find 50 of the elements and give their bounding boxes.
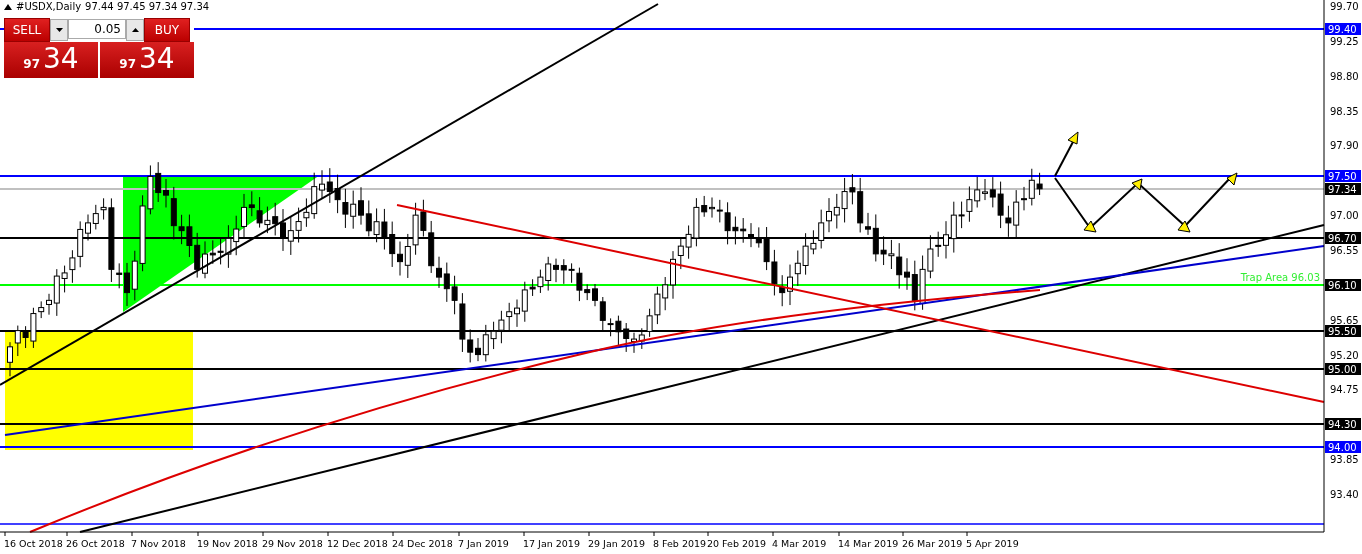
date-axis-label: 7 Nov 2018 xyxy=(131,538,186,549)
date-axis-label: 5 Apr 2019 xyxy=(966,538,1019,549)
price-axis-label: 98.80 xyxy=(1330,71,1359,82)
date-axis-label: 26 Mar 2019 xyxy=(902,538,963,549)
date-axis-label: 26 Oct 2018 xyxy=(66,538,125,549)
price-level-label: 97.34 xyxy=(1325,183,1361,195)
date-axis-label: 29 Nov 2018 xyxy=(262,538,323,549)
price-level-label: 97.50 xyxy=(1325,170,1361,182)
price-axis-label: 97.90 xyxy=(1330,140,1359,151)
price-level-label: 94.00 xyxy=(1325,441,1361,453)
caret-down-icon xyxy=(55,28,63,32)
date-axis-label: 17 Jan 2019 xyxy=(523,538,580,549)
date-axis-label: 19 Nov 2018 xyxy=(197,538,258,549)
date-axis-label: 7 Jan 2019 xyxy=(458,538,509,549)
date-axis-label: 20 Feb 2019 xyxy=(707,538,767,549)
price-level-label: 96.10 xyxy=(1325,279,1361,291)
date-axis-label: 16 Oct 2018 xyxy=(4,538,63,549)
date-axis-label: 24 Dec 2018 xyxy=(392,538,453,549)
lot-size-field[interactable]: 0.05 xyxy=(68,19,126,39)
price-axis-label: 95.65 xyxy=(1330,315,1359,326)
date-axis-label: 14 Mar 2019 xyxy=(838,538,899,549)
triangle-icon[interactable] xyxy=(4,3,12,10)
buy-button[interactable]: BUY xyxy=(144,18,190,42)
price-axis-label: 93.85 xyxy=(1330,454,1359,465)
price-level-label: 95.50 xyxy=(1325,325,1361,337)
price-level-label: 99.40 xyxy=(1325,23,1361,35)
sell-button[interactable]: SELL xyxy=(4,18,50,42)
price-axis-label: 99.25 xyxy=(1330,36,1359,47)
price-axis-label: 95.20 xyxy=(1330,350,1359,361)
price-level-label: 95.00 xyxy=(1325,363,1361,375)
price-axis-label: 98.35 xyxy=(1330,106,1359,117)
sell-price-button[interactable]: 97 34 xyxy=(4,42,98,78)
trap-area-label: Trap Area 96.03 xyxy=(1240,272,1320,283)
price-axis-label: 97.00 xyxy=(1330,210,1359,221)
date-axis-label: 12 Dec 2018 xyxy=(327,538,388,549)
increase-button[interactable] xyxy=(126,19,144,41)
buy-price-button[interactable]: 97 34 xyxy=(100,42,194,78)
price-axis-label: 96.55 xyxy=(1330,245,1359,256)
price-level-label: 96.70 xyxy=(1325,232,1361,244)
chart-symbol: #USDX,Daily xyxy=(16,1,82,12)
date-axis-label: 8 Feb 2019 xyxy=(653,538,707,549)
chart-quotes: 97.44 97.45 97.34 97.34 xyxy=(85,1,210,12)
decrease-button[interactable] xyxy=(50,19,68,41)
price-axis-label: 94.75 xyxy=(1330,384,1359,395)
price-level-label: 94.30 xyxy=(1325,418,1361,430)
date-axis-label: 4 Mar 2019 xyxy=(772,538,827,549)
caret-up-icon xyxy=(131,28,139,32)
price-axis-label: 99.70 xyxy=(1330,1,1359,12)
price-axis-label: 93.40 xyxy=(1330,489,1359,500)
date-axis-label: 29 Jan 2019 xyxy=(588,538,645,549)
